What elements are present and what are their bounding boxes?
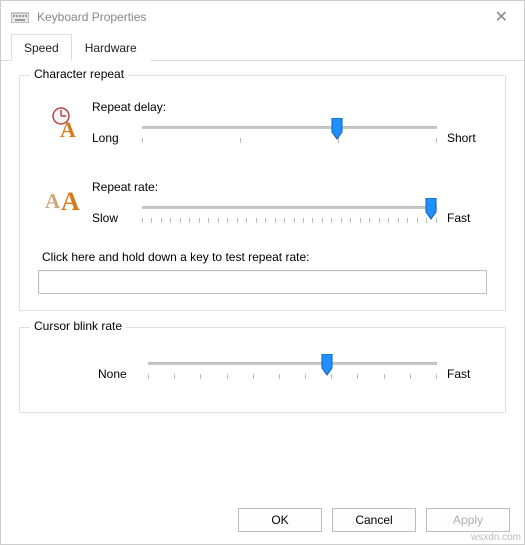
- repeat-rate-row: A A Repeat rate: Slow: [38, 178, 487, 232]
- repeat-delay-icon: A: [38, 98, 92, 140]
- close-button[interactable]: ✕: [489, 7, 514, 27]
- apply-button[interactable]: Apply: [426, 508, 510, 532]
- repeat-delay-max: Short: [447, 131, 487, 145]
- cursor-blink-slider[interactable]: [148, 360, 437, 388]
- repeat-rate-label: Repeat rate:: [92, 180, 487, 194]
- svg-text:A: A: [60, 117, 76, 140]
- test-repeat-input[interactable]: [38, 270, 487, 294]
- svg-text:A: A: [45, 189, 61, 213]
- cancel-button[interactable]: Cancel: [332, 508, 416, 532]
- svg-text:A: A: [61, 187, 80, 214]
- repeat-rate-max: Fast: [447, 211, 487, 225]
- character-repeat-legend: Character repeat: [30, 67, 128, 81]
- watermark: wsxdn.com: [471, 532, 521, 543]
- ok-button[interactable]: OK: [238, 508, 322, 532]
- tab-strip: Speed Hardware: [1, 33, 524, 61]
- repeat-delay-slider[interactable]: [142, 124, 437, 152]
- cursor-blink-min: None: [98, 367, 138, 381]
- repeat-delay-label: Repeat delay:: [92, 100, 487, 114]
- repeat-rate-slider[interactable]: [142, 204, 437, 232]
- cursor-blink-legend: Cursor blink rate: [30, 319, 126, 333]
- repeat-delay-min: Long: [92, 131, 132, 145]
- repeat-rate-icon: A A: [38, 178, 92, 214]
- tab-speed[interactable]: Speed: [11, 34, 72, 61]
- cursor-blink-max: Fast: [447, 367, 487, 381]
- tab-hardware[interactable]: Hardware: [72, 34, 150, 61]
- repeat-delay-row: A Repeat delay: Long Sh: [38, 98, 487, 152]
- cursor-blink-group: Cursor blink rate None Fast: [19, 327, 506, 413]
- dialog-footer: OK Cancel Apply: [1, 502, 524, 544]
- test-repeat-label: Click here and hold down a key to test r…: [42, 250, 487, 264]
- repeat-rate-min: Slow: [92, 211, 132, 225]
- keyboard-properties-dialog: Keyboard Properties ✕ Speed Hardware Cha…: [0, 0, 525, 545]
- keyboard-icon: [11, 11, 29, 23]
- window-title: Keyboard Properties: [37, 10, 489, 24]
- character-repeat-group: Character repeat A Repeat delay: Long: [19, 75, 506, 311]
- tab-content: Character repeat A Repeat delay: Long: [1, 61, 524, 502]
- titlebar: Keyboard Properties ✕: [1, 1, 524, 31]
